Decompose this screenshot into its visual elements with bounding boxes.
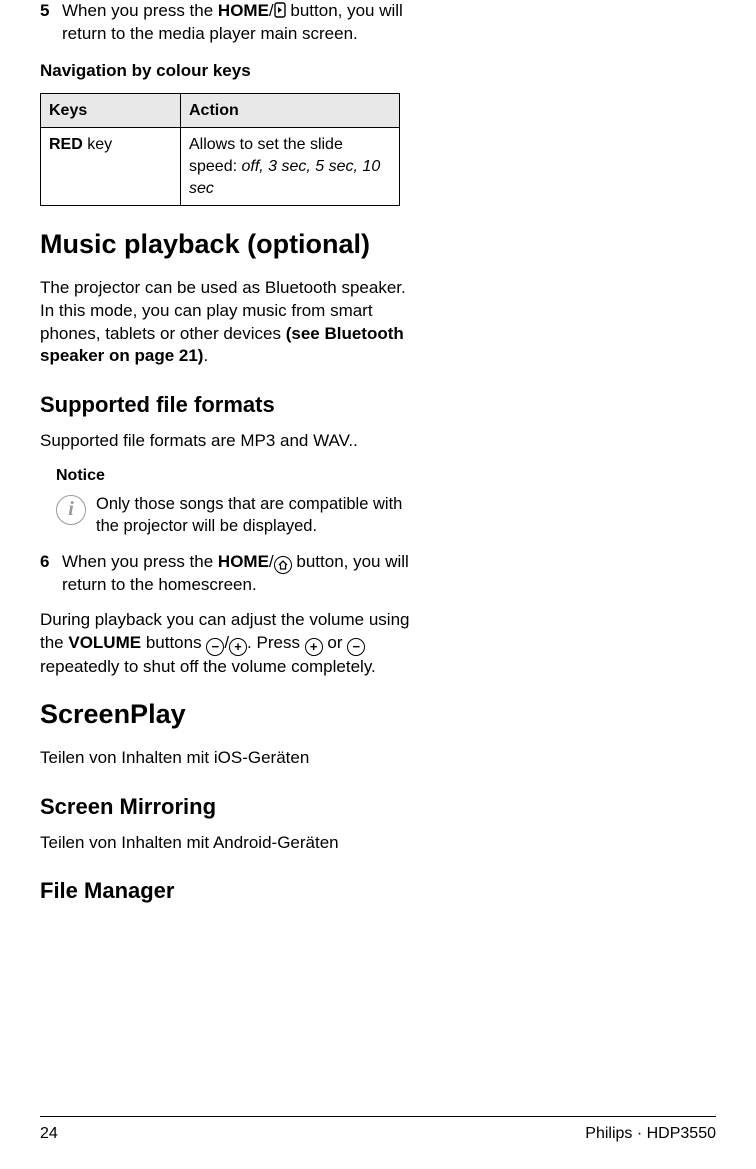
volume-label: VOLUME xyxy=(68,633,141,652)
page-number: 24 xyxy=(40,1123,58,1145)
text: When you press the xyxy=(62,552,218,571)
td-key: RED key xyxy=(41,128,181,206)
notice-label: Notice xyxy=(56,465,420,487)
key-name: RED xyxy=(49,136,83,153)
document-column: 5 When you press the HOME/ button, you w… xyxy=(40,0,420,906)
notice-text: Only those songs that are compatible wit… xyxy=(96,493,420,538)
exit-icon xyxy=(274,0,286,23)
table-row: RED key Allows to set the slide speed: o… xyxy=(41,128,400,206)
screen-mirroring-paragraph: Teilen von Inhalten mit Android-Geräten xyxy=(40,832,420,855)
key-suffix: key xyxy=(83,136,112,153)
slash: / xyxy=(269,552,274,571)
step-text: When you press the HOME/ button, you wil… xyxy=(62,551,420,597)
music-playback-heading: Music playback (optional) xyxy=(40,226,420,262)
colour-keys-table: Keys Action RED key Allows to set the sl… xyxy=(40,93,400,206)
product-label: Philips · HDP3550 xyxy=(585,1123,716,1145)
screen-mirroring-heading: Screen Mirroring xyxy=(40,792,420,822)
minus-icon: − xyxy=(206,638,224,656)
nav-colour-keys-heading: Navigation by colour keys xyxy=(40,60,420,83)
text: . Press xyxy=(247,633,305,652)
home-label: HOME xyxy=(218,552,269,571)
td-action: Allows to set the slide speed: off, 3 se… xyxy=(181,128,400,206)
step-5: 5 When you press the HOME/ button, you w… xyxy=(40,0,420,46)
info-icon: i xyxy=(56,495,86,525)
file-manager-heading: File Manager xyxy=(40,876,420,906)
text: . xyxy=(203,346,208,365)
supported-formats-heading: Supported file formats xyxy=(40,390,420,420)
notice-block: Notice i Only those songs that are compa… xyxy=(56,465,420,537)
home-circle-icon xyxy=(274,556,292,574)
minus-icon: − xyxy=(347,638,365,656)
step-number: 5 xyxy=(40,0,62,46)
text: repeatedly to shut off the volume comple… xyxy=(40,657,376,676)
text: buttons xyxy=(141,633,206,652)
page-footer: 24 Philips · HDP3550 xyxy=(40,1116,716,1145)
screenplay-paragraph: Teilen von Inhalten mit iOS-Geräten xyxy=(40,747,420,770)
th-action: Action xyxy=(181,93,400,128)
step-text: When you press the HOME/ button, you wil… xyxy=(62,0,420,46)
step-6: 6 When you press the HOME/ button, you w… xyxy=(40,551,420,597)
plus-icon: + xyxy=(229,638,247,656)
playback-volume-paragraph: During playback you can adjust the volum… xyxy=(40,609,420,678)
text: or xyxy=(323,633,348,652)
table-header-row: Keys Action xyxy=(41,93,400,128)
notice-body: i Only those songs that are compatible w… xyxy=(56,493,420,538)
step-number: 6 xyxy=(40,551,62,597)
supported-formats-paragraph: Supported file formats are MP3 and WAV.. xyxy=(40,430,420,453)
text: When you press the xyxy=(62,1,218,20)
plus-icon: + xyxy=(305,638,323,656)
home-label: HOME xyxy=(218,1,269,20)
th-keys: Keys xyxy=(41,93,181,128)
music-playback-paragraph: The projector can be used as Bluetooth s… xyxy=(40,277,420,369)
screenplay-heading: ScreenPlay xyxy=(40,696,420,732)
